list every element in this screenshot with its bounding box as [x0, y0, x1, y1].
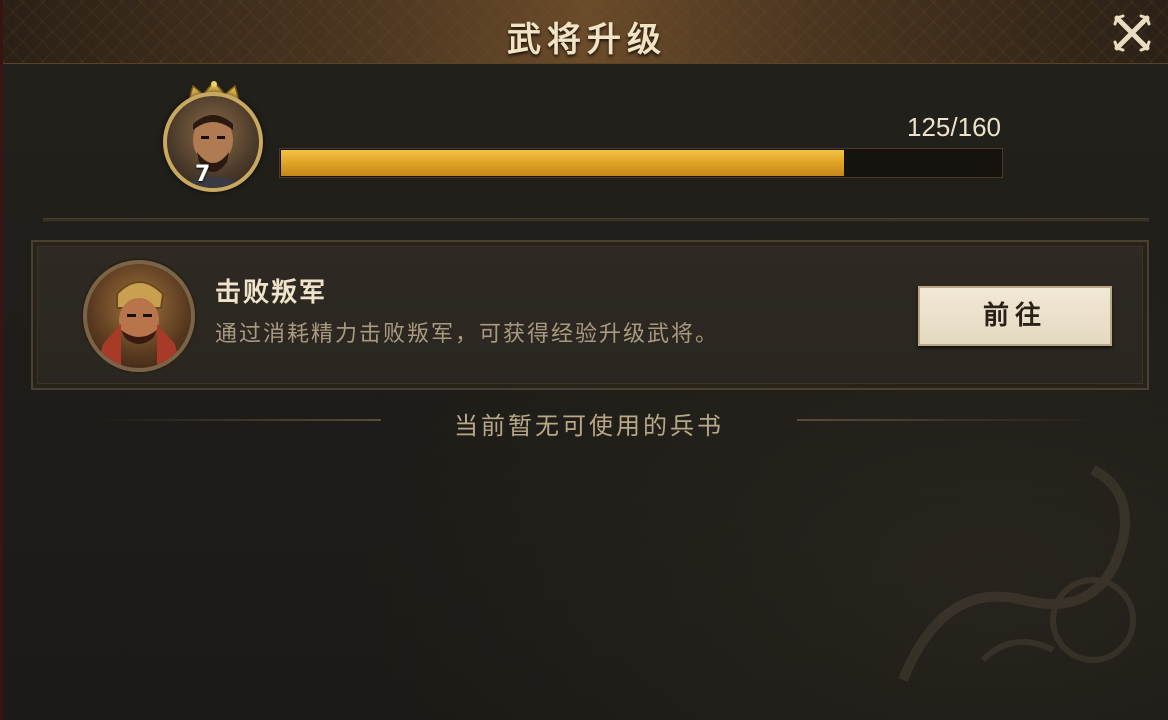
close-x-icon	[1113, 14, 1151, 52]
go-button[interactable]: 前往	[918, 286, 1112, 346]
panel-header: 武将升级	[3, 0, 1168, 64]
close-button[interactable]	[1109, 10, 1155, 56]
exp-progress-fill	[281, 150, 844, 176]
task-description: 通过消耗精力击败叛军，可获得经验升级武将。	[215, 322, 720, 347]
upgrade-panel: 武将升级 7 125/160 击败叛军 通过消耗精力击败叛军，可获得经验升级武将…	[0, 0, 1168, 720]
exp-progress-text: 125/160	[907, 112, 1001, 142]
hero-avatar[interactable]: 7	[163, 80, 265, 192]
hero-level: 7	[195, 162, 211, 187]
dragon-ornament-icon	[898, 465, 1136, 682]
section-divider	[43, 218, 1149, 222]
notice-line-left	[99, 419, 381, 421]
task-title: 击败叛军	[215, 278, 328, 308]
empty-books-notice: 当前暂无可使用的兵书	[454, 412, 724, 440]
rebel-portrait	[83, 260, 195, 372]
exp-progress-bar	[279, 148, 1003, 178]
panel-title: 武将升级	[507, 20, 667, 60]
